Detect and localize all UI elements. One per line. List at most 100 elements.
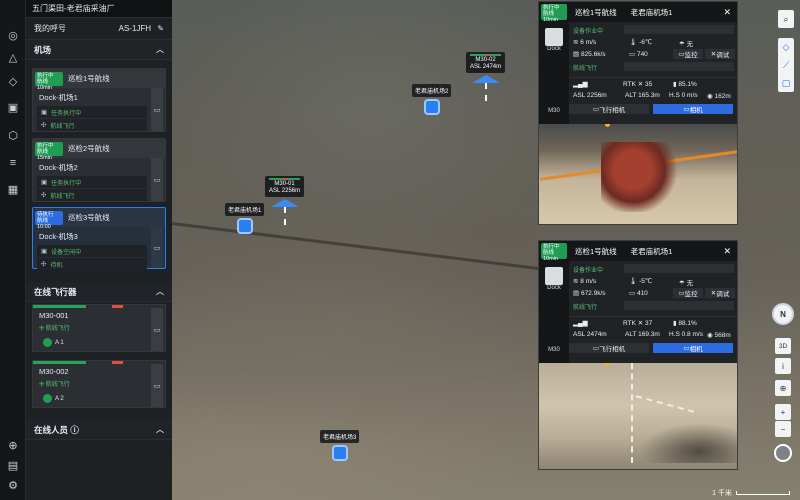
drone-icon[interactable]: ◎ (6, 28, 20, 42)
status-badge: 执行中 航线 10min (35, 71, 63, 91)
camera-button[interactable]: ▭ 相机 (653, 104, 733, 114)
monitor-button[interactable]: ▭ 监控 (673, 49, 703, 59)
signal-icon: ▂▄▆ (573, 81, 588, 88)
temperature: 🌡 -5℃ (629, 278, 653, 285)
battery-level: ▮ 85.1% (673, 81, 697, 88)
user-icon (43, 338, 52, 347)
callsign-value: AS-1JFH (118, 24, 152, 33)
route-name: 巡检2号航线 (68, 144, 110, 153)
drone-card[interactable]: M30-001 ✣ 航线飞行 A 1 ▭ (32, 304, 166, 352)
drone-icon: ✣ (41, 192, 47, 199)
drone-icon: ✣ (41, 122, 47, 129)
flight-status-row: ✣ 待机 (37, 258, 147, 270)
dock-icon: ▣ (41, 179, 48, 186)
close-icon[interactable]: ✕ (723, 7, 731, 18)
box-icon[interactable]: ⬡ (6, 128, 20, 142)
drone-status: 航线飞行 (573, 66, 598, 72)
dock-card-selected[interactable]: 待执行 航线 10:00 巡检3号航线 Dock-机场3 ▣ 设备空闲中 ✣ 待机 ▭ (32, 207, 166, 270)
status-badge: 执行中 航线 15min (35, 141, 63, 161)
dock-card[interactable]: 执行中 航线 15min 巡检2号航线 Dock-机场2 ▣ 任务执行中 ✣ 航线飞行… (32, 138, 166, 202)
zoom-out-button[interactable]: − (775, 421, 791, 437)
dock-marker[interactable]: 老君庙机场3 (320, 430, 360, 461)
drone-icon: ✣ (41, 261, 47, 268)
polygon-icon[interactable]: ◇ (778, 38, 794, 56)
debug-button[interactable]: ✕ 调试 (705, 49, 735, 59)
map-icon[interactable]: △ (6, 50, 20, 64)
basemap-switch-icon[interactable] (774, 444, 792, 462)
media-icon[interactable]: ▣ (6, 100, 20, 114)
rainfall: ☂ 无 (679, 41, 694, 48)
calendar-icon[interactable]: ▦ (6, 182, 20, 196)
drone-status: ✣ 航线飞行 (39, 382, 70, 388)
fly-camera-button[interactable]: ▭ 飞行相机 (569, 104, 649, 114)
people-section-title: 在线人员 (34, 424, 69, 435)
report-icon[interactable]: ▤ (6, 458, 20, 472)
zoom-in-button[interactable]: + (775, 404, 791, 420)
dock-card[interactable]: 执行中 航线 10min 巡检1号航线 Dock-机场1 ▣ 任务执行中 ✣ 航线飞行… (32, 68, 166, 132)
distance-value: ◉ 568m (707, 332, 731, 339)
aircraft-marker[interactable]: M30-01 ASL 2256m (265, 176, 305, 225)
fly-camera-button[interactable]: ▭ 飞行相机 (569, 343, 649, 353)
settings-icon[interactable]: ⚙ (6, 478, 20, 492)
drones-section-header[interactable]: 在线飞行器 ︿ (26, 282, 172, 302)
list-icon[interactable]: ≡ (6, 156, 20, 170)
camera-button[interactable]: ▭ 相机 (653, 343, 733, 353)
status-bar-empty (624, 301, 734, 310)
dock-section-header[interactable]: 机场 ︿ (26, 40, 172, 60)
info-icon[interactable]: ⓘ (70, 425, 79, 435)
pencil-icon[interactable]: ✎ (157, 24, 164, 33)
status-badge: 待执行 航线 10:00 (35, 210, 63, 230)
monitor-button[interactable]: ▭ 监控 (673, 288, 703, 298)
record-count: ▭ 740 (629, 51, 648, 58)
chevron-up-icon[interactable]: ︿ (156, 424, 164, 435)
dock-name: 老君庙机场1 (630, 7, 673, 17)
hspeed-value: H.S 0 m/s (669, 92, 698, 99)
video-feed[interactable] (539, 124, 737, 224)
search-tool[interactable]: ⌕ (778, 10, 794, 28)
dock-marker-label: 老君庙机场2 (412, 84, 452, 97)
debug-button[interactable]: ✕ 调试 (705, 288, 735, 298)
record-count: ▭ 410 (629, 290, 648, 297)
layers-icon[interactable]: ◇ (6, 74, 20, 88)
compass-icon[interactable]: N (772, 303, 794, 325)
chevron-up-icon[interactable]: ︿ (156, 286, 164, 297)
video-feed[interactable] (539, 363, 737, 469)
close-icon[interactable]: ✕ (723, 246, 731, 257)
people-section-header[interactable]: 在线人员 ⓘ ︿ (26, 420, 172, 440)
dock-marker[interactable]: 老君庙机场1 (225, 203, 265, 234)
temperature: 🌡 -6℃ (629, 39, 653, 46)
map-scale: 1 千米 (712, 488, 790, 498)
video-icon[interactable]: ▭ (151, 308, 163, 351)
device-column: Dock M30 (539, 261, 569, 363)
aircraft-icon (471, 75, 500, 83)
route-name: 巡检3号航线 (68, 213, 110, 222)
status-badge: 执行中 航线10min (541, 4, 567, 23)
rtk-count: RTK ✕ 35 (623, 81, 653, 88)
drone-status: 航线飞行 (573, 305, 598, 311)
video-icon[interactable]: ▭ (151, 227, 163, 268)
view-3d-button[interactable]: 3D (775, 338, 791, 354)
line-icon[interactable]: ⟋ (778, 56, 794, 74)
wind-speed: ≋ 6 m/s (573, 39, 597, 46)
square-icon[interactable]: ▢ (778, 74, 794, 92)
video-icon[interactable]: ▭ (151, 88, 163, 131)
live-card: 执行中 航线10min 巡检1号航线 老君庙机场1 ✕ Dock M30 设备作业… (538, 1, 738, 225)
locate-icon[interactable]: ⊕ (775, 380, 791, 396)
dock-icon: ▣ (41, 109, 48, 116)
aircraft-label: M30-01 ASL 2256m (265, 176, 305, 197)
search-icon[interactable]: ⌕ (778, 10, 794, 28)
video-icon[interactable]: ▭ (151, 364, 163, 407)
status-bar-empty (624, 264, 734, 273)
app-title: 五门渠田-老君庙采油厂 (26, 0, 172, 18)
dock-marker[interactable]: 老君庙机场2 (412, 84, 452, 115)
video-icon[interactable]: ▭ (151, 158, 163, 201)
chevron-up-icon[interactable]: ︿ (156, 44, 164, 55)
route-name: 巡检1号航线 (68, 74, 110, 83)
device-column: Dock M30 (539, 22, 569, 124)
callsign-row: 我的呼号 AS-1JFH ✎ (26, 18, 172, 40)
aircraft-marker[interactable]: M30-02 ASL 2474m (466, 52, 506, 101)
globe-icon[interactable]: ⊕ (6, 438, 20, 452)
info-icon[interactable]: i (775, 358, 791, 374)
signal-icon: ▂▄▆ (573, 320, 588, 327)
drone-card[interactable]: M30-002 ✣ 航线飞行 A 2 ▭ (32, 360, 166, 408)
